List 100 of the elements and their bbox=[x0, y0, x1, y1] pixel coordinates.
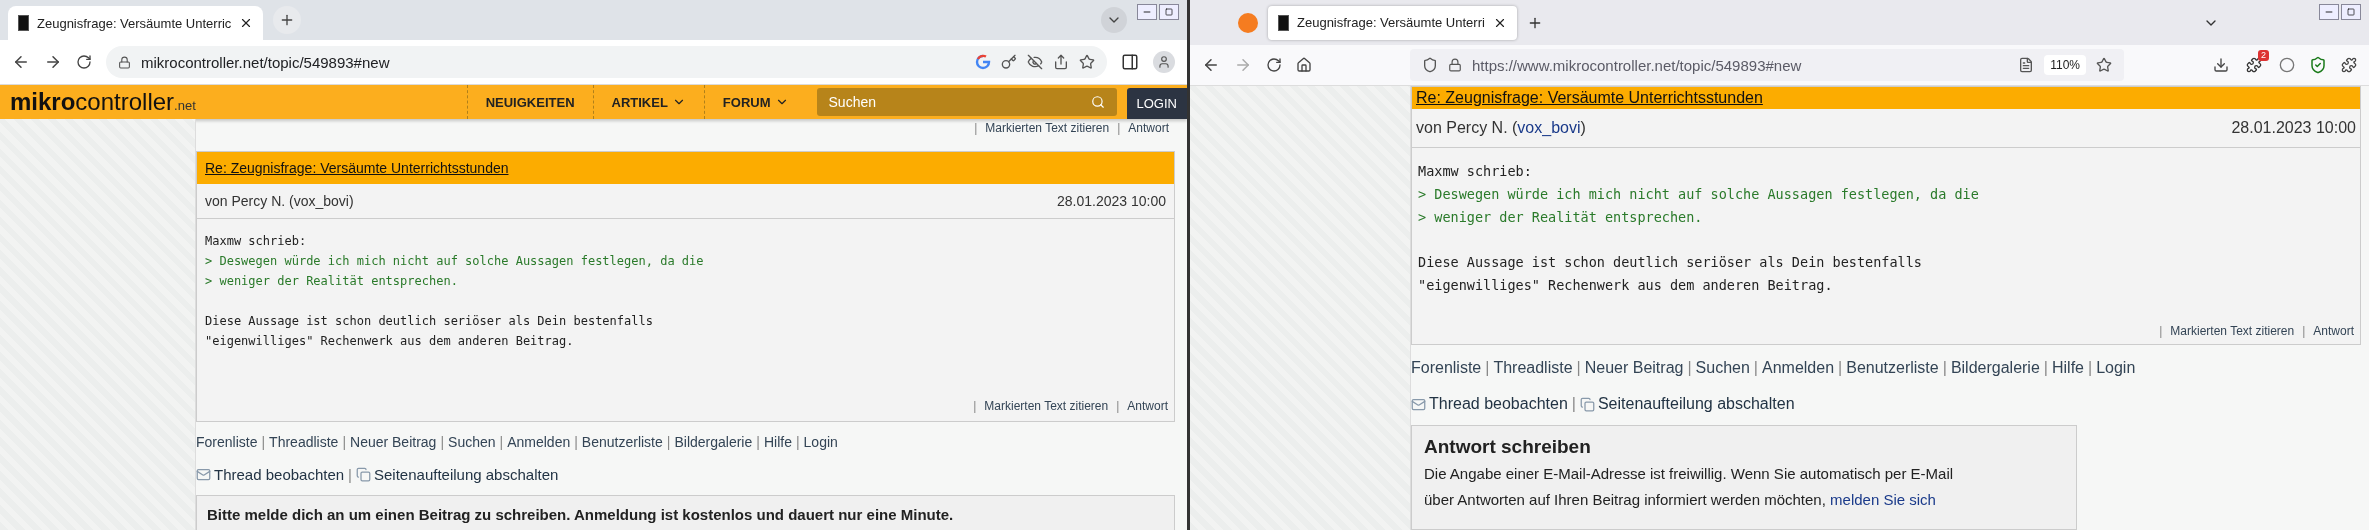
quote-line: > weniger der Realität entsprechen. bbox=[205, 273, 459, 290]
forum-nav-link[interactable]: Anmelden bbox=[1762, 359, 1835, 377]
forum-nav-link[interactable]: Hilfe bbox=[763, 434, 792, 450]
forum-nav-link[interactable]: Login bbox=[803, 434, 838, 450]
back-icon[interactable] bbox=[12, 53, 30, 71]
eye-off-icon[interactable] bbox=[1027, 54, 1043, 70]
nav-menu-item[interactable]: ARTIKEL bbox=[592, 85, 704, 119]
thread-action-link[interactable]: Thread beobachten bbox=[1411, 395, 1568, 413]
separator: | bbox=[2088, 359, 2093, 377]
browser-tab[interactable]: Zeugnisfrage: Versäumte Unterric bbox=[8, 6, 264, 40]
star-icon[interactable] bbox=[2096, 57, 2112, 73]
profile-avatar[interactable] bbox=[1153, 51, 1175, 73]
login-button[interactable]: LOGIN bbox=[1126, 88, 1187, 119]
separator: | bbox=[2159, 324, 2163, 338]
browser-tab[interactable]: Zeugnisfrage: Versäumte Unterri bbox=[1268, 5, 1517, 40]
forum-nav-link[interactable]: Benutzerliste bbox=[581, 434, 663, 450]
separator: | bbox=[1116, 399, 1120, 413]
address-bar[interactable]: mikrocontroller.net/topic/549893#new bbox=[106, 46, 1107, 78]
forum-nav-link[interactable]: Bildergalerie bbox=[1950, 359, 2040, 377]
lock-icon bbox=[118, 55, 131, 69]
author-suffix: ) bbox=[1580, 119, 1586, 136]
post-title-link[interactable]: Re: Zeugnisfrage: Versäumte Unterrichtsstunden bbox=[1412, 87, 2360, 109]
post-action-link[interactable]: Markierten Text zitieren bbox=[984, 399, 1109, 413]
forum-nav-link[interactable]: Suchen bbox=[1695, 359, 1750, 377]
circle-icon[interactable] bbox=[2279, 57, 2295, 73]
quote-line: > Deswegen würde ich mich nicht auf solche Aussagen festlegen, da die bbox=[1418, 185, 1980, 204]
separator: | bbox=[499, 434, 504, 450]
forum-nav-link[interactable]: Neuer Beitrag bbox=[1584, 359, 1684, 377]
separator: | bbox=[2043, 359, 2048, 377]
author-name: von Percy N. ( bbox=[205, 193, 294, 209]
post-action-link[interactable]: Antwort bbox=[1128, 121, 1169, 135]
forum-nav-link[interactable]: Neuer Beitrag bbox=[350, 434, 437, 450]
reload-icon[interactable] bbox=[76, 54, 92, 70]
forum-nav-link[interactable]: Threadliste bbox=[1493, 359, 1573, 377]
maximize-button[interactable] bbox=[2341, 4, 2361, 20]
google-icon[interactable] bbox=[975, 54, 991, 70]
forum-nav-link[interactable]: Forenliste bbox=[1411, 359, 1482, 377]
post-action-link[interactable]: Antwort bbox=[2313, 324, 2354, 338]
thread-action-link[interactable]: Seitenaufteilung abschalten bbox=[1579, 395, 1795, 413]
star-icon[interactable] bbox=[1079, 54, 1095, 70]
search-field[interactable]: Suchen bbox=[816, 88, 1117, 116]
zoom-level-button[interactable]: 110% bbox=[2044, 55, 2086, 75]
lock-icon bbox=[1448, 58, 1462, 72]
extensions-icon[interactable] bbox=[2341, 57, 2357, 73]
nav-menu-item[interactable]: FORUM bbox=[703, 85, 807, 119]
forward-icon[interactable] bbox=[44, 53, 62, 71]
separator: | bbox=[666, 434, 671, 450]
login-notice: Bitte melde dich an um einen Beitrag zu schreiben. Anmeldung ist kostenlos und dauert nur eine Minute. bbox=[207, 506, 955, 523]
address-bar[interactable]: https://www.mikrocontroller.net/topic/549893#new 110% bbox=[1410, 49, 2124, 81]
quote-line: > Deswegen würde ich mich nicht auf solche Aussagen festlegen, da die bbox=[205, 253, 705, 270]
separator: | bbox=[973, 399, 977, 413]
reply-info-text: über Antworten auf Ihren Beitrag informiert werden möchten, melden Sie sich bbox=[1424, 490, 1937, 510]
post-text-line: "eigenwilliges" Rechenwerk aus dem anderen Beitrag. bbox=[205, 333, 575, 350]
browser-logo-icon bbox=[1238, 12, 1258, 33]
thread-action-link[interactable]: Thread beobachten bbox=[196, 466, 345, 483]
forum-nav-link[interactable]: Suchen bbox=[448, 434, 496, 450]
forum-nav-link[interactable]: Forenliste bbox=[196, 434, 258, 450]
username-link[interactable]: vox_bovi bbox=[293, 193, 349, 209]
separator: | bbox=[1838, 359, 1843, 377]
new-tab-button[interactable] bbox=[273, 6, 302, 34]
reload-icon[interactable] bbox=[1266, 57, 1282, 73]
key-icon[interactable] bbox=[1001, 54, 1017, 70]
shield-check-icon[interactable] bbox=[2309, 56, 2327, 74]
back-icon[interactable] bbox=[1202, 56, 1220, 74]
sign-in-link[interactable]: melden Sie sich bbox=[1830, 491, 1936, 508]
post-action-link[interactable]: Markierten Text zitieren bbox=[2170, 324, 2295, 338]
forum-nav-link[interactable]: Threadliste bbox=[269, 434, 339, 450]
forum-nav-link[interactable]: Login bbox=[2096, 359, 2136, 377]
minimize-button[interactable] bbox=[1137, 4, 1157, 20]
thread-action-link[interactable]: Seitenaufteilung abschalten bbox=[356, 466, 559, 483]
minimize-button[interactable] bbox=[2319, 4, 2339, 20]
envelope-icon bbox=[1411, 396, 1426, 412]
post-date: 28.01.2023 10:00 bbox=[1057, 193, 1166, 209]
pages-icon bbox=[356, 467, 371, 482]
post-action-link[interactable]: Markierten Text zitieren bbox=[985, 121, 1110, 135]
separator: | bbox=[440, 434, 445, 450]
shield-icon bbox=[1422, 57, 1438, 73]
post-text-line: Diese Aussage ist schon deutlich seriöser als Dein bestenfalls bbox=[1418, 253, 1923, 272]
post-action-link[interactable]: Antwort bbox=[1127, 399, 1168, 413]
maximize-button[interactable] bbox=[1159, 4, 1179, 20]
reader-view-icon[interactable] bbox=[2018, 57, 2035, 73]
forum-nav-link[interactable]: Anmelden bbox=[507, 434, 571, 450]
post-title-link[interactable]: Re: Zeugnisfrage: Versäumte Unterrichtsstunden bbox=[197, 152, 1174, 184]
extension-badge: 2 bbox=[2258, 50, 2269, 61]
maximize-icon bbox=[1165, 8, 1173, 16]
username-link[interactable]: vox_bovi bbox=[1517, 119, 1581, 136]
share-icon[interactable] bbox=[1053, 54, 1069, 70]
home-icon[interactable] bbox=[1296, 57, 1312, 73]
separator: | bbox=[1485, 359, 1490, 377]
forum-nav-link[interactable]: Hilfe bbox=[2051, 359, 2084, 377]
reply-heading: Antwort schreiben bbox=[1424, 436, 1592, 458]
side-panel-icon[interactable] bbox=[1121, 53, 1139, 71]
forum-nav-link[interactable]: Bildergalerie bbox=[674, 434, 753, 450]
post-text-line: Diese Aussage ist schon deutlich seriöser als Dein bestenfalls bbox=[205, 313, 654, 330]
envelope-icon bbox=[196, 467, 211, 482]
nav-menu-item[interactable]: NEUIGKEITEN bbox=[466, 85, 593, 119]
site-logo[interactable]: mikrocontroller.net bbox=[0, 85, 206, 119]
forum-nav-link[interactable]: Benutzerliste bbox=[1846, 359, 1939, 377]
post-text-line: Maxmw schrieb: bbox=[205, 233, 308, 250]
separator: | bbox=[1687, 359, 1692, 377]
